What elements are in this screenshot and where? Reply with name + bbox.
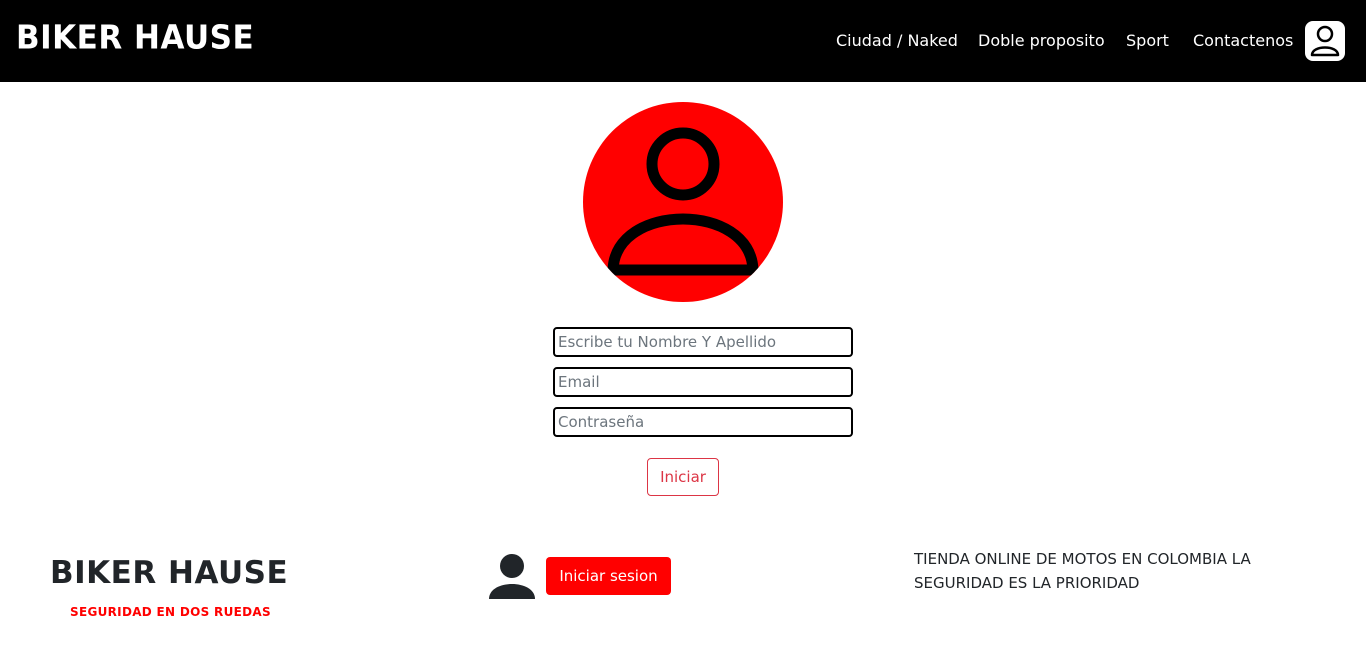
- nav-links: Ciudad / Naked Doble proposito Sport Con…: [0, 30, 1366, 54]
- footer-description: TIENDA ONLINE DE MOTOS EN COLOMBIA LA SE…: [914, 550, 1251, 592]
- nav-link-ciudad-naked[interactable]: Ciudad / Naked: [836, 30, 958, 52]
- password-field[interactable]: [553, 407, 853, 437]
- email-field[interactable]: [553, 367, 853, 397]
- nav-link-doble-proposito[interactable]: Doble proposito: [978, 30, 1105, 52]
- footer-brand: BIKER HAUSE: [50, 555, 289, 591]
- name-field[interactable]: [553, 327, 853, 357]
- login-button[interactable]: Iniciar sesion: [546, 557, 671, 595]
- user-account-button[interactable]: [1305, 21, 1345, 61]
- user-avatar: [583, 102, 783, 302]
- navbar: BIKER HAUSE Ciudad / Naked Doble proposi…: [0, 0, 1366, 82]
- footer-tagline: SEGURIDAD EN DOS RUEDAS: [70, 605, 271, 619]
- nav-link-contactenos[interactable]: Contactenos: [1193, 30, 1293, 52]
- person-icon: [489, 554, 535, 599]
- user-icon: [1310, 25, 1340, 57]
- submit-button[interactable]: Iniciar: [647, 458, 719, 496]
- nav-link-sport[interactable]: Sport: [1126, 30, 1169, 52]
- user-avatar-icon: [607, 127, 759, 276]
